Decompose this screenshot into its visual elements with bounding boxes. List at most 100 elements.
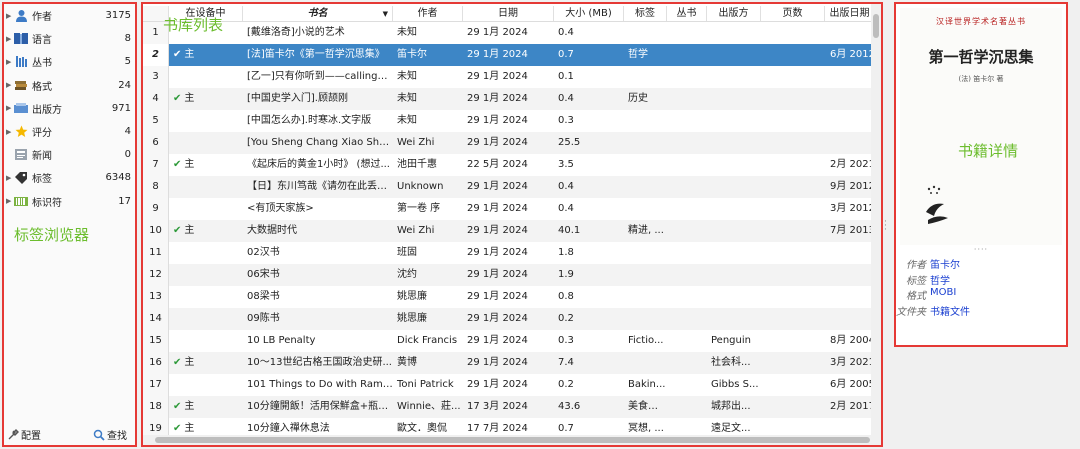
table-row[interactable]: 3 [乙一]只有你听到——calling+y... 未知 29 1月 2024 0.1	[143, 66, 877, 88]
cell-date: 17 3月 2024	[467, 401, 528, 412]
table-row[interactable]: 1 [戴维洛奇]小说的艺术 未知 29 1月 2024 0.4	[143, 22, 877, 44]
cell-publisher	[707, 132, 761, 154]
cell-published	[825, 264, 877, 286]
metadata-value-link[interactable]: 笛卡尔	[930, 256, 960, 272]
tag-category-label: 格式	[32, 81, 52, 93]
column-header-author[interactable]: 作者	[393, 6, 463, 21]
table-row[interactable]: 13 08梁书 姚思廉 29 1月 2024 0.8	[143, 286, 877, 308]
cell-published	[825, 132, 877, 154]
star-icon	[14, 125, 28, 139]
column-header-date[interactable]: 日期	[463, 6, 554, 21]
checkmark-icon: ✔	[173, 49, 182, 60]
tag-category-label: 评分	[32, 128, 52, 140]
tag-category-count: 6348	[105, 172, 131, 184]
table-row[interactable]: 17 101 Things to Do with Ramen... Toni Pat…	[143, 374, 877, 396]
cell-series	[667, 352, 707, 374]
cell-publisher: 城邦出...	[711, 401, 751, 412]
expand-arrow-icon[interactable]: ▶	[6, 58, 14, 66]
tag-category-6[interactable]: 新闻 0	[4, 143, 135, 166]
column-header-published[interactable]: 出版日期	[825, 6, 877, 21]
expand-arrow-icon[interactable]: ▶	[6, 81, 14, 89]
tag-category-1[interactable]: ▶ 语言 8	[4, 27, 135, 50]
cell-title: [乙一]只有你听到——calling+y...	[247, 71, 393, 82]
table-row[interactable]: 10 ✔ 主大数据时代 Wei Zhi 29 1月 2024 40.1 精进, ... 7月 …	[143, 220, 877, 242]
column-header-title[interactable]: 书名 ▼	[243, 6, 393, 21]
checkmark-icon: ✔	[173, 159, 182, 170]
table-row[interactable]: 9 <有顶天家族> 第一卷 序 29 1月 2024 0.4 3月 2012	[143, 198, 877, 220]
column-header-series[interactable]: 丛书	[667, 6, 707, 21]
metadata-row: 文件夹 书籍文件	[896, 303, 970, 319]
sort-desc-icon: ▼	[382, 10, 388, 18]
table-row[interactable]: 16 ✔ 主 10～13世纪古格王国政治史研... 黄博 29 1月 2024 7.4 社会科…	[143, 352, 877, 374]
cell-num: 2	[143, 44, 169, 66]
splitter-handle[interactable]: · · ·	[884, 218, 887, 235]
cell-device	[169, 198, 243, 220]
cell-device: ✔ 主	[169, 88, 243, 110]
expand-arrow-icon[interactable]: ▶	[6, 197, 14, 205]
tag-category-2[interactable]: ▶ 丛书 5	[4, 50, 135, 73]
table-row[interactable]: 7 ✔ 主《起床后的黄金1小时》 (想过... 池田千惠 22 5月 2024 3.5 2月…	[143, 154, 877, 176]
tag-category-7[interactable]: ▶ 标签 6348	[4, 166, 135, 189]
cell-pages	[761, 396, 825, 418]
column-header-pages[interactable]: 页数	[761, 6, 825, 21]
configure-button[interactable]: 配置	[7, 427, 41, 442]
cell-series	[667, 66, 707, 88]
tag-category-3[interactable]: ▶ 格式 24	[4, 74, 135, 97]
cell-device	[169, 242, 243, 264]
table-row[interactable]: 12 06宋书 沈约 29 1月 2024 1.9	[143, 264, 877, 286]
checkmark-icon: ✔	[173, 357, 182, 368]
metadata-value-link[interactable]: 书籍文件	[930, 303, 970, 319]
cell-date: 22 5月 2024	[467, 159, 528, 170]
horizontal-scrollbar-thumb[interactable]	[155, 437, 870, 443]
cell-author: 未知	[397, 27, 417, 38]
metadata-value-link[interactable]: 哲学	[930, 272, 950, 288]
cell-published	[825, 286, 877, 308]
tag-category-0[interactable]: ▶ 作者 3175	[4, 4, 135, 27]
tag-icon	[14, 171, 28, 185]
tag-category-4[interactable]: ▶ 出版方 971	[4, 97, 135, 120]
find-button[interactable]: 查找	[93, 427, 127, 442]
tag-category-5[interactable]: ▶ 评分 4	[4, 120, 135, 143]
table-row[interactable]: 2 ✔ 主 [法]笛卡尔《第一哲学沉思集》 笛卡尔 29 1月 2024 0.7 哲学 6月 2…	[143, 44, 877, 66]
vertical-scrollbar[interactable]	[871, 4, 881, 445]
cell-size: 0.3	[558, 115, 574, 126]
column-header-publisher[interactable]: 出版方	[707, 6, 761, 21]
book-cover[interactable]: 汉译世界学术名著丛书 第一哲学沉思集 (法) 笛卡尔 著 书籍详情	[900, 8, 1062, 245]
tag-category-8[interactable]: ▶ 标识符 17	[4, 190, 135, 213]
cell-device: ✔ 主	[169, 154, 243, 176]
expand-arrow-icon[interactable]: ▶	[6, 12, 14, 20]
expand-arrow-icon[interactable]: ▶	[6, 174, 14, 182]
table-row[interactable]: 6 [You Sheng Chang Xiao Shu ... Wei Zhi 29 …	[143, 132, 877, 154]
cell-series	[667, 286, 707, 308]
table-row[interactable]: 8 【日】东川笃哉《请勿在此丢弃... Unknown 29 1月 2024 0.4 9月…	[143, 176, 877, 198]
horizontal-scrollbar[interactable]	[143, 435, 873, 445]
cover-resize-handle[interactable]: ····	[896, 246, 1066, 254]
device-label: 主	[184, 93, 195, 104]
cell-date: 29 1月 2024	[467, 181, 528, 192]
table-row[interactable]: 11 02汉书 班固 29 1月 2024 1.8	[143, 242, 877, 264]
column-header-size[interactable]: 大小 (MB)	[554, 6, 624, 21]
table-row[interactable]: 14 09陈书 姚思廉 29 1月 2024 0.2	[143, 308, 877, 330]
cell-num: 15	[143, 330, 169, 352]
table-row[interactable]: 4 ✔ 主 [中国史学入门].顾颉刚 未知 29 1月 2024 0.4 历史	[143, 88, 877, 110]
cell-title: [法]笛卡尔《第一哲学沉思集》	[247, 49, 385, 60]
barcode-icon	[14, 194, 28, 208]
cell-device	[169, 330, 243, 352]
expand-arrow-icon[interactable]: ▶	[6, 104, 14, 112]
expand-arrow-icon[interactable]: ▶	[6, 35, 14, 43]
device-label: 主	[184, 423, 195, 434]
table-row[interactable]: 18 ✔ 主 10分鐘開飯！活用保鮮盒+瓶罐... Winnie、莊... 17 3月 2…	[143, 396, 877, 418]
cell-published: 7月 2013	[830, 225, 875, 236]
table-row[interactable]: 15 10 LB Penalty Dick Francis 29 1月 2024 0.3…	[143, 330, 877, 352]
cell-date: 29 1月 2024	[467, 49, 528, 60]
vertical-scrollbar-thumb[interactable]	[873, 14, 879, 38]
cell-pages	[761, 110, 825, 132]
metadata-value-link[interactable]: MOBI	[930, 287, 956, 303]
expand-arrow-icon[interactable]: ▶	[6, 128, 14, 136]
cell-publisher: 社会科...	[711, 357, 751, 368]
tag-category-label: 语言	[32, 35, 52, 47]
table-row[interactable]: 5 [中国怎么办].时寒冰.文字版 未知 29 1月 2024 0.3	[143, 110, 877, 132]
column-header-tags[interactable]: 标签	[624, 6, 667, 21]
cell-tags	[624, 66, 667, 88]
cell-author: Winnie、莊...	[397, 401, 461, 412]
